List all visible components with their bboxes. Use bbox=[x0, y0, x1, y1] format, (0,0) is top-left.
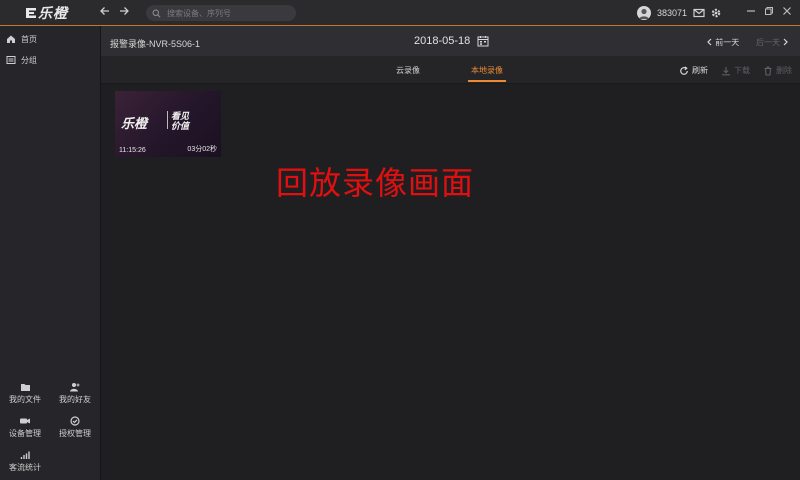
restore-button[interactable] bbox=[763, 6, 775, 20]
minimize-icon bbox=[747, 10, 755, 12]
refresh-button[interactable]: 刷新 bbox=[679, 65, 708, 76]
close-icon bbox=[783, 7, 791, 15]
download-icon bbox=[722, 66, 730, 75]
tab-cloud-recording[interactable]: 云录像 bbox=[396, 65, 420, 76]
next-day-label: 后一天 bbox=[756, 38, 780, 47]
tab-local-recording[interactable]: 本地录像 bbox=[471, 65, 503, 76]
thumbnail-slogan: 看见 价值 bbox=[171, 111, 189, 131]
mail-icon bbox=[693, 8, 705, 18]
authorize-icon bbox=[70, 416, 80, 426]
forward-button[interactable] bbox=[117, 5, 131, 21]
sidebar-item-my-files[interactable]: 我的文件 bbox=[2, 382, 48, 405]
avatar[interactable] bbox=[637, 6, 651, 20]
sidebar-item-label: 我的好友 bbox=[59, 395, 91, 404]
message-button[interactable] bbox=[693, 7, 705, 19]
user-avatar-icon bbox=[639, 8, 649, 19]
close-button[interactable] bbox=[781, 6, 793, 20]
restore-icon bbox=[765, 7, 773, 15]
sidebar-item-traffic-stats[interactable]: 客流统计 bbox=[2, 450, 48, 473]
friends-icon bbox=[70, 383, 80, 392]
app-logo: 乐橙 bbox=[24, 5, 68, 21]
search-input[interactable] bbox=[165, 7, 289, 19]
app-logo-text: 乐橙 bbox=[38, 5, 68, 21]
thumbnail-divider bbox=[167, 111, 168, 129]
chevron-right-icon bbox=[783, 38, 789, 46]
delete-label: 删除 bbox=[776, 66, 792, 75]
sidebar-item-label: 授权管理 bbox=[59, 429, 91, 438]
group-icon bbox=[6, 56, 16, 64]
chevron-left-icon bbox=[707, 38, 712, 46]
device-icon bbox=[20, 418, 30, 424]
minimize-button[interactable] bbox=[745, 6, 757, 20]
thumbnail-slogan-line1: 看见 bbox=[171, 111, 190, 121]
settings-button[interactable] bbox=[710, 7, 722, 19]
recording-duration: 03分02秒 bbox=[187, 146, 217, 153]
sidebar-item-device-management[interactable]: 设备管理 bbox=[2, 416, 48, 439]
download-label: 下载 bbox=[734, 66, 750, 75]
download-button[interactable]: 下载 bbox=[721, 65, 750, 76]
sidebar-item-label: 我的文件 bbox=[9, 395, 41, 404]
active-tab-indicator bbox=[468, 80, 506, 82]
delete-button[interactable]: 删除 bbox=[763, 65, 792, 76]
arrow-right-icon bbox=[120, 7, 129, 15]
thumbnail-logo: 乐橙 bbox=[121, 116, 148, 131]
sidebar-item-my-friends[interactable]: 我的好友 bbox=[52, 382, 98, 405]
breadcrumb: 报警录像-NVR-5S06-1 bbox=[110, 39, 201, 49]
search-box[interactable] bbox=[146, 5, 296, 21]
refresh-label: 刷新 bbox=[692, 66, 708, 75]
recording-start-time: 11:15:26 bbox=[119, 147, 146, 154]
prev-day-button[interactable]: 前一天 bbox=[706, 37, 739, 48]
next-day-button[interactable]: 后一天 bbox=[756, 37, 789, 48]
sidebar-item-label: 客流统计 bbox=[9, 463, 41, 472]
sidebar-item-label: 分组 bbox=[21, 55, 37, 65]
date-display[interactable]: 2018-05-18 bbox=[414, 35, 470, 47]
calendar-button[interactable] bbox=[477, 35, 489, 49]
sidebar-item-group[interactable]: 分组 bbox=[6, 53, 37, 67]
refresh-icon bbox=[680, 65, 688, 75]
back-button[interactable] bbox=[98, 5, 112, 21]
trash-icon bbox=[764, 66, 772, 76]
logo-mark-icon bbox=[26, 8, 36, 18]
sidebar-item-label: 设备管理 bbox=[9, 429, 41, 438]
playback-caption: 回放录像画面 bbox=[276, 164, 475, 202]
recording-thumbnail[interactable]: 乐橙 看见 价值 11:15:26 03分02秒 bbox=[115, 91, 221, 157]
record-header: 报警录像-NVR-5S06-1 2018-05-18 前一天 后一天 bbox=[101, 26, 800, 56]
sidebar-item-authorization[interactable]: 授权管理 bbox=[52, 416, 98, 439]
sidebar: 首页 分组 我的文件 我的好友 设备管理 授权管理 客流统计 bbox=[0, 26, 101, 480]
user-id[interactable]: 383071 bbox=[657, 8, 687, 18]
thumbnail-slogan-line2: 价值 bbox=[171, 121, 190, 131]
search-icon bbox=[152, 9, 161, 17]
prev-day-label: 前一天 bbox=[715, 38, 740, 47]
calendar-icon bbox=[477, 36, 489, 47]
gear-icon bbox=[711, 8, 721, 18]
tab-bar: 云录像 本地录像 刷新 下载 删除 bbox=[101, 56, 800, 84]
sidebar-item-home[interactable]: 首页 bbox=[6, 32, 37, 46]
stats-icon bbox=[20, 451, 30, 459]
folder-icon bbox=[20, 384, 30, 391]
arrow-left-icon bbox=[100, 7, 109, 15]
home-icon bbox=[7, 35, 15, 43]
sidebar-item-label: 首页 bbox=[21, 34, 37, 44]
title-bar: 乐橙 383071 bbox=[0, 0, 800, 26]
recording-list: 乐橙 看见 价值 11:15:26 03分02秒 回放录像画面 bbox=[101, 84, 800, 480]
